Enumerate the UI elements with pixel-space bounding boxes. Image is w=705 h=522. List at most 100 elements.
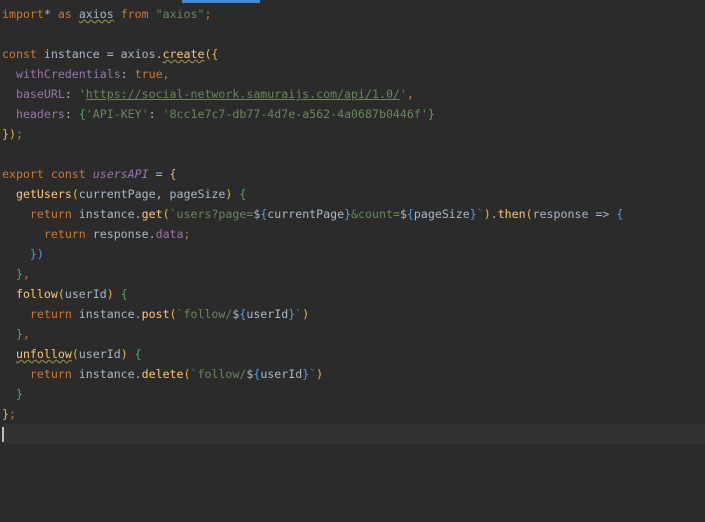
code-line[interactable]: }, [2,264,705,284]
code-token: return [43,227,93,241]
code-token: return [29,307,79,321]
code-token: `follow/ [190,367,247,381]
code-token: create [162,47,205,61]
text-caret [2,427,4,442]
code-token: ; [8,407,16,421]
code-token: return [29,207,79,221]
code-token: post [141,307,170,321]
code-line[interactable]: withCredentials: true, [2,64,705,84]
code-token: ; [183,227,191,241]
code-token: 'API-KEY' [85,107,149,121]
code-token: instance. [78,307,142,321]
code-token: $ [399,207,407,221]
code-token: : [64,107,79,121]
code-token: ({ [204,47,219,61]
code-token: ) [106,287,114,301]
code-token: { [120,287,128,301]
code-token: userId [78,347,121,361]
code-token: } [15,327,23,341]
code-line[interactable] [2,144,705,164]
code-line[interactable]: headers: {'API-KEY': '8cc1e7c7-db77-4d7e… [2,104,705,124]
code-token: delete [141,367,184,381]
code-token: { [406,207,414,221]
code-token: as [57,7,79,21]
code-token: baseURL [15,87,65,101]
code-token: axios [78,7,114,21]
code-token: { [169,167,177,181]
code-token: }) [2,127,16,141]
code-token: : [148,107,163,121]
code-token: instance = axios. [43,47,163,61]
code-line[interactable]: }, [2,324,705,344]
code-token: ' [399,87,407,101]
code-token: unfollow [15,347,72,361]
code-token: export const [2,167,93,181]
code-line[interactable]: export const usersAPI = { [2,164,705,184]
code-token: { [134,347,142,361]
code-token: get [141,207,163,221]
code-line[interactable]: return response.data; [2,224,705,244]
code-token: ; [204,7,212,21]
code-line[interactable]: }) [2,244,705,264]
code-token: const [2,47,44,61]
code-token: userId [246,307,289,321]
code-line[interactable]: follow(userId) { [2,284,705,304]
code-token: headers [15,107,65,121]
code-token: ( [183,367,191,381]
code-token: } [427,107,435,121]
code-token: '8cc1e7c7-db77-4d7e-a562-4a0687b0446f' [162,107,428,121]
code-token: { [78,107,86,121]
code-token: ( [71,187,79,201]
code-line[interactable]: return instance.delete(`follow/${userId}… [2,364,705,384]
code-line[interactable]: const instance = axios.create({ [2,44,705,64]
code-line[interactable]: unfollow(userId) { [2,344,705,364]
code-token: response => [532,207,617,221]
code-token: . [490,207,498,221]
code-line[interactable]: }; [2,404,705,424]
code-line[interactable]: return instance.get(`users?page=${curren… [2,204,705,224]
code-token: import [2,7,44,21]
code-line[interactable] [2,24,705,44]
code-token: ( [525,207,533,221]
code-token: } [344,207,352,221]
code-token: pageSize [413,207,470,221]
code-token: : [64,87,79,101]
code-line[interactable]: } [2,384,705,404]
code-line[interactable]: }); [2,124,705,144]
code-token: ) [302,307,310,321]
code-token: } [15,267,23,281]
code-token: instance. [78,367,142,381]
code-token: ; [15,127,23,141]
code-token: { [239,187,247,201]
code-token: ( [57,287,65,301]
code-token: "axios" [155,7,205,21]
code-token: userId [260,367,303,381]
code-token: ) [483,207,491,221]
code-token: { [616,207,624,221]
code-token: ) [316,367,324,381]
code-line[interactable]: return instance.post(`follow/${userId}`) [2,304,705,324]
code-line[interactable]: import* as axios from "axios"; [2,4,705,24]
code-line[interactable] [2,424,705,444]
code-token: ( [162,207,170,221]
code-token: ( [71,347,79,361]
code-token: https://social-network.samuraijs.com/api… [85,87,400,101]
code-editor[interactable]: import* as axios from "axios"; const inst… [2,4,705,444]
code-line[interactable]: getUsers(currentPage, pageSize) { [2,184,705,204]
code-token: instance. [78,207,142,221]
code-token: }) [29,247,44,261]
code-token: userId [64,287,107,301]
code-token: ( [169,307,177,321]
code-line[interactable]: baseURL: 'https://social-network.samurai… [2,84,705,104]
active-tab-indicator[interactable] [182,0,260,3]
